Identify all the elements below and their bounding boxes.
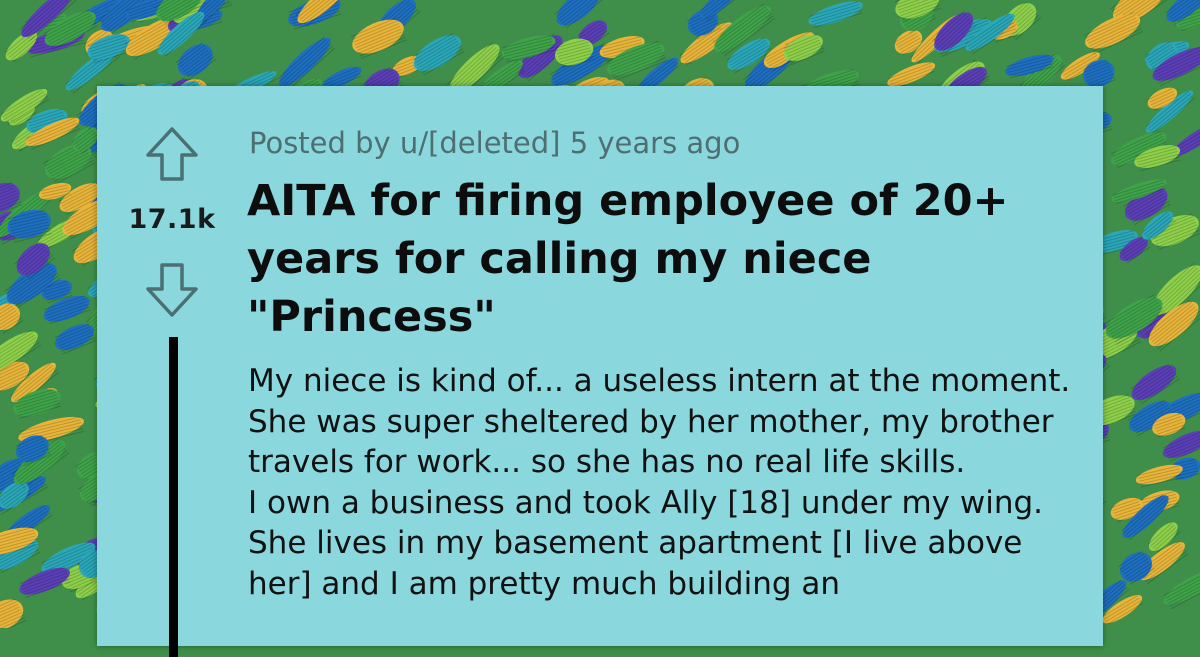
- post-body-paragraph: My niece is kind of... a useless intern …: [248, 363, 1071, 481]
- post-title[interactable]: AITA for firing employee of 20+ years fo…: [247, 172, 1037, 346]
- post-card: 17.1k Posted by u/[deleted] 5 years ago …: [97, 86, 1103, 657]
- post-body: My niece is kind of... a useless intern …: [248, 361, 1088, 605]
- upvote-arrow-icon[interactable]: [145, 126, 199, 182]
- post-meta: Posted by u/[deleted] 5 years ago: [249, 126, 741, 160]
- downvote-arrow-icon[interactable]: [145, 262, 199, 318]
- vote-column: 17.1k: [97, 86, 247, 657]
- post-body-paragraph: I own a business and took Ally [18] unde…: [248, 484, 1044, 602]
- vote-count: 17.1k: [128, 204, 216, 235]
- thread-line[interactable]: [169, 337, 178, 657]
